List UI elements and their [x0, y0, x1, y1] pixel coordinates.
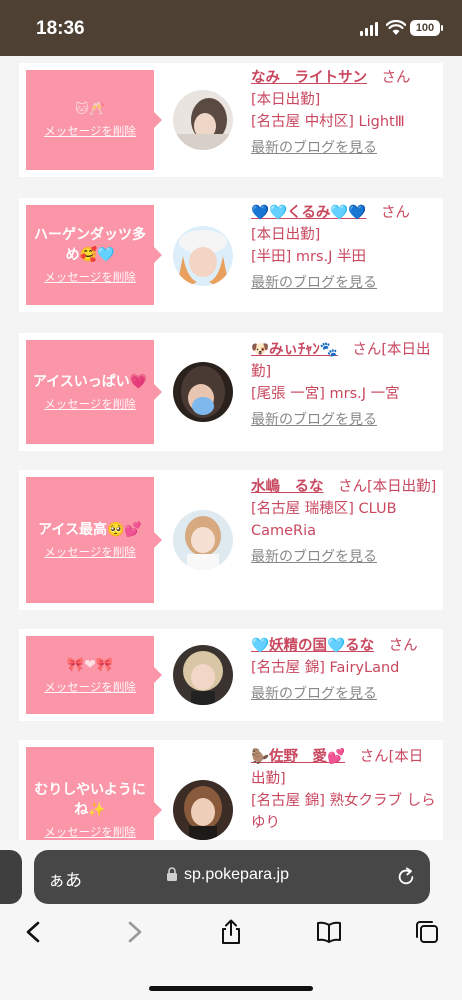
wifi-icon — [386, 20, 406, 35]
cast-name-link[interactable]: なみ ライトサン — [251, 70, 367, 86]
page-settings-button[interactable]: ぁあ — [48, 866, 82, 891]
tabs-icon — [416, 921, 438, 943]
attendance-status: [本日出勤] — [251, 92, 321, 108]
list-item: むりしやいようにね✨ メッセージを削除 🦫佐野 愛💕 さん[本日出勤] [名古屋… — [19, 740, 443, 846]
list-item: 🎀❤🎀 メッセージを削除 🩵妖精の国🩵るな さん [名古屋 錦] FairyLa… — [19, 629, 443, 721]
status-bar: 18:36 100 — [0, 0, 462, 56]
chevron-right-icon — [128, 921, 142, 943]
avatar[interactable] — [173, 90, 233, 150]
share-icon — [222, 919, 240, 944]
message-bubble: むりしやいようにね✨ メッセージを削除 — [26, 747, 162, 846]
cast-name-link[interactable]: 水嶋 るな — [251, 479, 324, 495]
cast-info: 🦫佐野 愛💕 さん[本日出勤] [名古屋 錦] 熟女クラブ しらゆり — [251, 746, 437, 834]
message-text: アイスいっぱい💗 — [32, 373, 148, 390]
list-item: 🐱🥂 メッセージを削除 なみ ライトサン さん [本日出勤] [名古屋 中村区]… — [19, 63, 443, 177]
message-bubble: 🐱🥂 メッセージを削除 — [26, 70, 162, 170]
message-text: 🐱🥂 — [75, 101, 105, 117]
shop-info: [半田] mrs.J 半田 — [251, 249, 367, 265]
attendance-status: [本日出勤] — [367, 479, 437, 495]
honorific: さん — [352, 342, 382, 358]
honorific: さん — [338, 479, 367, 495]
status-time: 18:36 — [36, 18, 85, 39]
back-button[interactable] — [14, 912, 54, 952]
honorific: さん — [380, 205, 410, 221]
delete-message-link[interactable]: メッセージを削除 — [44, 396, 136, 412]
cast-info: なみ ライトサン さん [本日出勤] [名古屋 中村区] LightⅢ 最新のブ… — [251, 67, 437, 159]
bookmarks-button[interactable] — [309, 912, 349, 952]
shop-info: [名古屋 錦] FairyLand — [251, 660, 400, 676]
url-text: sp.pokepara.jp — [184, 866, 289, 883]
cast-info: 水嶋 るな さん[本日出勤] [名古屋 瑞穂区] CLUB CameRia 最新… — [251, 476, 437, 568]
latest-blog-link[interactable]: 最新のブログを見る — [251, 409, 437, 431]
battery-icon: 100 — [410, 20, 440, 36]
browser-toolbar: ぁあ sp.pokepara.jp — [0, 840, 462, 1000]
battery-tip — [441, 25, 443, 31]
latest-blog-link[interactable]: 最新のブログを見る — [251, 272, 437, 294]
avatar[interactable] — [173, 510, 233, 570]
latest-blog-link[interactable]: 最新のブログを見る — [251, 683, 437, 705]
cast-name-link[interactable]: 🦫佐野 愛💕 — [251, 749, 345, 765]
attendance-status: [本日出勤] — [251, 227, 321, 243]
message-bubble: 🎀❤🎀 メッセージを削除 — [26, 636, 162, 714]
avatar[interactable] — [173, 362, 233, 422]
message-bubble: アイス最高🥺💕 メッセージを削除 — [26, 477, 162, 603]
list-item: ハーゲンダッツ多め🥰🩵 メッセージを削除 💙🩵くるみ🩵💙 さん [本日出勤] [… — [19, 198, 443, 312]
shop-info: [尾張 一宮] mrs.J 一宮 — [251, 386, 400, 402]
honorific: さん — [359, 749, 389, 765]
message-text: アイス最高🥺💕 — [38, 521, 142, 538]
reload-icon[interactable] — [396, 867, 416, 887]
message-list: 🐱🥂 メッセージを削除 なみ ライトサン さん [本日出勤] [名古屋 中村区]… — [0, 56, 462, 846]
delete-message-link[interactable]: メッセージを削除 — [44, 269, 136, 285]
honorific: さん — [388, 638, 418, 654]
chevron-left-icon — [26, 921, 40, 943]
avatar[interactable] — [173, 645, 233, 705]
book-icon — [317, 921, 341, 943]
cellular-signal-icon — [360, 22, 380, 36]
cast-name-link[interactable]: 🐶みぃﾁｬﾝ🐾 — [251, 342, 338, 358]
avatar[interactable] — [173, 780, 233, 840]
address-bar[interactable]: ぁあ sp.pokepara.jp — [34, 850, 430, 904]
shop-info: [名古屋 瑞穂区] CLUB CameRia — [251, 501, 397, 539]
message-text: 🎀❤🎀 — [66, 656, 114, 673]
lock-icon — [167, 867, 177, 881]
message-text: むりしやいようにね✨ — [34, 781, 146, 818]
cast-info: 💙🩵くるみ🩵💙 さん [本日出勤] [半田] mrs.J 半田 最新のブログを見… — [251, 202, 437, 294]
cast-info: 🩵妖精の国🩵るな さん [名古屋 錦] FairyLand 最新のブログを見る — [251, 635, 437, 705]
message-bubble: アイスいっぱい💗 メッセージを削除 — [26, 340, 162, 444]
message-bubble: ハーゲンダッツ多め🥰🩵 メッセージを削除 — [26, 205, 162, 305]
delete-message-link[interactable]: メッセージを削除 — [44, 544, 136, 560]
avatar[interactable] — [173, 226, 233, 286]
cast-name-link[interactable]: 💙🩵くるみ🩵💙 — [251, 205, 366, 221]
list-item: アイスいっぱい💗 メッセージを削除 🐶みぃﾁｬﾝ🐾 さん[本日出勤] [尾張 一… — [19, 333, 443, 451]
latest-blog-link[interactable]: 最新のブログを見る — [251, 137, 437, 159]
previous-tab-preview[interactable] — [0, 850, 22, 904]
honorific: さん — [381, 70, 411, 86]
cast-name-link[interactable]: 🩵妖精の国🩵るな — [251, 638, 374, 654]
share-button[interactable] — [211, 912, 251, 952]
delete-message-link[interactable]: メッセージを削除 — [44, 679, 136, 695]
delete-message-link[interactable]: メッセージを削除 — [44, 123, 136, 139]
latest-blog-link[interactable]: 最新のブログを見る — [251, 546, 437, 568]
cast-info: 🐶みぃﾁｬﾝ🐾 さん[本日出勤] [尾張 一宮] mrs.J 一宮 最新のブログ… — [251, 339, 437, 431]
list-item: アイス最高🥺💕 メッセージを削除 水嶋 るな さん[本日出勤] [名古屋 瑞穂区… — [19, 470, 443, 610]
message-text: ハーゲンダッツ多め🥰🩵 — [34, 226, 146, 263]
home-indicator — [149, 986, 313, 991]
forward-button[interactable] — [114, 912, 154, 952]
shop-info: [名古屋 錦] 熟女クラブ しらゆり — [251, 793, 436, 831]
delete-message-link[interactable]: メッセージを削除 — [44, 824, 136, 840]
tabs-button[interactable] — [407, 912, 447, 952]
shop-info: [名古屋 中村区] LightⅢ — [251, 114, 405, 130]
